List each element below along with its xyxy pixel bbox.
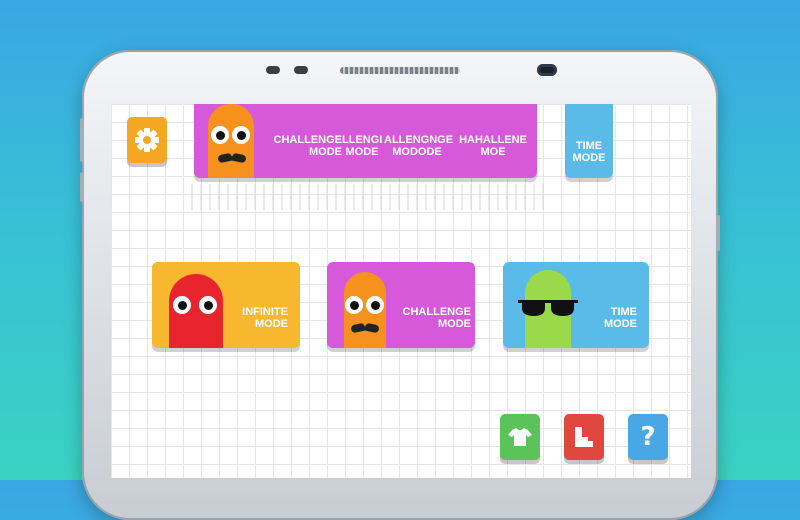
character-eye-left [345, 296, 363, 314]
sunglasses-icon [518, 300, 578, 316]
character-eye-right [199, 296, 217, 314]
orange-character [208, 104, 254, 178]
podium-icon [575, 427, 593, 447]
transition-artifact [191, 184, 551, 210]
character-eye-left [211, 126, 229, 144]
settings-button[interactable] [127, 117, 167, 163]
phone-power-button [716, 215, 720, 251]
question-mark-icon: ? [640, 422, 656, 452]
green-character [518, 270, 578, 348]
game-screen: CHALLENGE MODE LLENGI MODE ALLENGNGE MODODE… [111, 104, 691, 478]
phone-volume-button-2 [80, 172, 84, 202]
time-mode-button[interactable]: TIME MODE [503, 262, 649, 348]
character-eye-left [173, 296, 191, 314]
challenge-mode-button[interactable]: CHALLENGE MODE [327, 262, 475, 348]
banner-label-3: ALLENGNGE MODODE [384, 134, 454, 158]
challenge-mode-label: CHALLENGE MODE [402, 306, 471, 330]
banner-label-2: LLENGI MODE [342, 134, 383, 158]
character-eye-right [232, 126, 250, 144]
help-button[interactable]: ? [628, 414, 668, 460]
tshirt-icon [508, 428, 532, 446]
phone-volume-button [80, 118, 84, 162]
time-mode-tab[interactable]: TIME MODE [565, 104, 613, 178]
leaderboard-button[interactable] [564, 414, 604, 460]
challenge-mode-banner[interactable]: CHALLENGE MODE LLENGI MODE ALLENGNGE MODODE… [194, 104, 537, 178]
earpiece-speaker [340, 67, 460, 74]
orange-character [344, 272, 386, 348]
time-mode-label: TIME MODE [604, 306, 637, 330]
light-sensor [294, 66, 308, 74]
mustache-icon [351, 324, 379, 332]
front-camera [537, 64, 557, 76]
banner-label-1: CHALLENGE MODE [273, 134, 342, 158]
gear-icon [135, 128, 159, 152]
proximity-sensor [266, 66, 280, 74]
shop-button[interactable] [500, 414, 540, 460]
banner-label-4: HAHALLENE MOE [459, 134, 527, 158]
infinite-mode-label: INFINITE MODE [242, 306, 288, 330]
infinite-mode-button[interactable]: INFINITE MODE [152, 262, 300, 348]
time-tab-label: TIME MODE [572, 140, 606, 164]
character-eye-right [366, 296, 384, 314]
mustache-icon [218, 154, 246, 162]
red-character [169, 274, 223, 348]
